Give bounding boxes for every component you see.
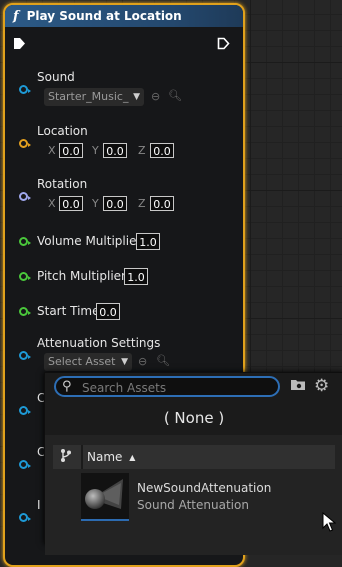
asset-type: Sound Attenuation (137, 498, 249, 512)
attenuation-settings-pin[interactable] (19, 351, 31, 360)
volume-multiplier-pin[interactable] (19, 237, 31, 246)
location-pin[interactable] (19, 139, 31, 148)
name-column-header[interactable]: Name ▲ (87, 450, 135, 464)
start-time-label: Start Time (37, 304, 100, 318)
none-option[interactable]: ( None ) (45, 409, 342, 427)
hidden-pin-2[interactable] (19, 460, 31, 469)
function-icon: f (13, 8, 19, 24)
hidden-pin-3[interactable] (19, 513, 31, 522)
folder-icon[interactable] (290, 378, 306, 395)
sound-attenuation-thumbnail (81, 473, 129, 521)
volume-multiplier-input[interactable]: 1.0 (136, 233, 160, 250)
browse-asset-search-icon[interactable]: 🔍︎ (168, 89, 182, 102)
pitch-multiplier-pin[interactable] (19, 272, 31, 281)
volume-multiplier-label: Volume Multiplier (37, 234, 142, 248)
sound-label: Sound (37, 70, 75, 84)
node-title: Play Sound at Location (26, 9, 182, 23)
rotation-x-input[interactable]: 0.0 (59, 196, 83, 211)
asset-name: NewSoundAttenuation (137, 481, 272, 495)
sound-pin[interactable] (19, 85, 31, 94)
location-z-label: Z (138, 144, 146, 157)
pitch-multiplier-label: Pitch Multiplier (37, 269, 126, 283)
browse-asset-search-icon[interactable]: 🔍︎ (156, 354, 170, 367)
location-x-label: X (48, 144, 56, 157)
location-label: Location (37, 124, 88, 138)
rotation-pin[interactable] (19, 192, 31, 201)
search-icon: ⚲ (62, 379, 72, 394)
attenuation-asset-value: Select Asset (48, 355, 116, 368)
sound-asset-combo[interactable]: Starter_Music_ ▼ (44, 88, 144, 106)
rotation-z-label: Z (138, 197, 146, 210)
rotation-label: Rotation (37, 177, 88, 191)
attenuation-asset-combo[interactable]: Select Asset ▼ (44, 353, 132, 371)
start-time-pin[interactable] (19, 307, 31, 316)
chevron-down-icon: ▼ (121, 357, 128, 367)
use-selected-asset-icon[interactable]: ⊖ (138, 355, 147, 368)
rotation-y-input[interactable]: 0.0 (103, 196, 127, 211)
search-box[interactable]: ⚲ (54, 376, 280, 397)
column-header: Name ▲ (53, 445, 335, 469)
gear-icon[interactable]: ⚙ (314, 376, 329, 396)
location-y-label: Y (92, 144, 99, 157)
node-header[interactable]: f Play Sound at Location (5, 5, 243, 27)
asset-picker-popup[interactable]: ⚲ ⚙ ( None ) Name ▲ (44, 372, 342, 555)
rotation-z-input[interactable]: 0.0 (150, 196, 174, 211)
search-assets-input[interactable] (80, 379, 274, 396)
sort-ascending-icon: ▲ (129, 453, 136, 462)
pitch-multiplier-input[interactable]: 1.0 (124, 268, 148, 285)
location-z-input[interactable]: 0.0 (150, 143, 174, 158)
column-separator (81, 445, 83, 469)
chevron-down-icon: ▼ (133, 92, 140, 102)
location-x-input[interactable]: 0.0 (59, 143, 83, 158)
sound-asset-value: Starter_Music_ (48, 90, 129, 103)
exec-input-pin[interactable] (13, 37, 25, 49)
location-y-input[interactable]: 0.0 (103, 143, 127, 158)
exec-output-pin[interactable] (217, 37, 230, 50)
start-time-input[interactable]: 0.0 (96, 303, 120, 320)
asset-list: Name ▲ NewSoundAttenuation Sound Attenua… (45, 435, 342, 555)
concurrency-settings-pin[interactable] (19, 406, 31, 415)
hidden-pin-label-3: I (37, 498, 41, 512)
attenuation-settings-label: Attenuation Settings (37, 336, 161, 350)
name-column-label: Name (87, 450, 123, 464)
mouse-cursor-icon (322, 512, 336, 532)
rotation-x-label: X (48, 197, 56, 210)
list-item[interactable]: NewSoundAttenuation Sound Attenuation (81, 473, 331, 523)
filter-branch-icon[interactable] (59, 448, 73, 467)
use-selected-asset-icon[interactable]: ⊖ (151, 90, 160, 103)
rotation-y-label: Y (92, 197, 99, 210)
